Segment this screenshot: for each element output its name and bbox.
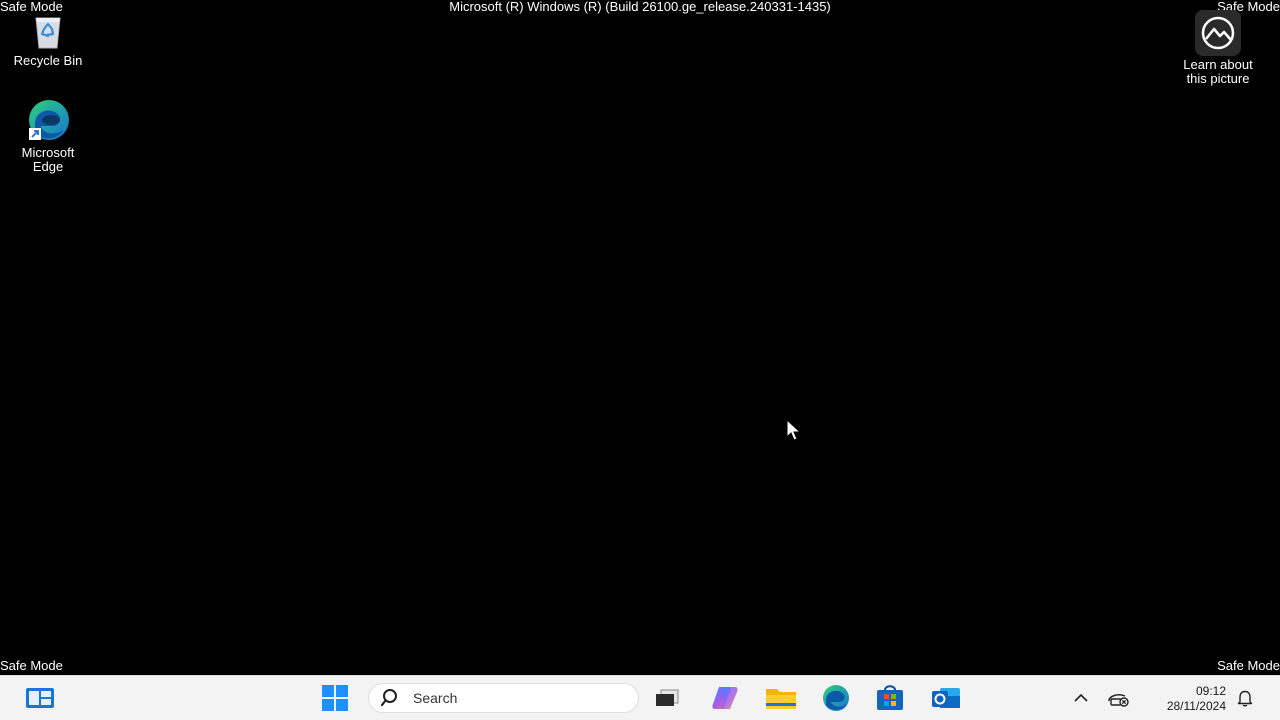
notifications-button[interactable] xyxy=(1228,682,1262,714)
show-hidden-icons-button[interactable] xyxy=(1064,682,1098,714)
store-button[interactable] xyxy=(872,682,908,714)
bell-icon xyxy=(1237,690,1253,707)
file-explorer-button[interactable] xyxy=(763,682,799,714)
safe-mode-label-bottom-left: Safe Mode xyxy=(0,658,63,673)
start-icon xyxy=(322,685,348,711)
edge-icon xyxy=(25,98,71,144)
network-disconnected-icon xyxy=(1108,694,1129,707)
widgets-button[interactable] xyxy=(22,682,58,714)
desktop-icon-label: Recycle Bin xyxy=(13,53,83,68)
copilot-icon xyxy=(712,687,738,709)
clock-time: 09:12 xyxy=(1195,684,1226,698)
clock-date: 28/11/2024 xyxy=(1166,699,1226,713)
desktop-icon-learn-about-picture[interactable]: Learn about this picture xyxy=(1173,10,1263,86)
build-string: Microsoft (R) Windows (R) (Build 26100.g… xyxy=(449,0,831,14)
edge-icon xyxy=(823,685,849,711)
taskbar-search-box[interactable]: Search xyxy=(368,683,639,713)
copilot-button[interactable] xyxy=(707,682,743,714)
learn-about-picture-icon xyxy=(1195,10,1241,56)
outlook-button[interactable] xyxy=(928,682,964,714)
task-view-button[interactable] xyxy=(649,682,685,714)
search-placeholder: Search xyxy=(413,690,458,706)
start-button[interactable] xyxy=(317,682,353,714)
network-status-button[interactable] xyxy=(1101,682,1135,714)
safe-mode-label-bottom-right: Safe Mode xyxy=(1217,658,1280,673)
task-view-icon xyxy=(656,689,679,706)
desktop-icon-recycle-bin[interactable]: Recycle Bin xyxy=(3,12,93,68)
taskbar: Search 09:12 28/11/2024 xyxy=(0,675,1280,720)
desktop-icon-edge[interactable]: Microsoft Edge xyxy=(3,98,93,174)
clock[interactable]: 09:12 28/11/2024 xyxy=(1167,684,1226,714)
store-icon xyxy=(877,685,903,710)
mouse-cursor-icon xyxy=(786,418,802,441)
search-icon xyxy=(381,689,397,707)
widgets-icon xyxy=(26,688,54,708)
desktop-icon-label: Microsoft Edge xyxy=(21,145,75,174)
chevron-up-icon xyxy=(1074,693,1088,702)
desktop-icon-label: Learn about this picture xyxy=(1183,57,1253,86)
file-explorer-icon xyxy=(766,689,796,709)
outlook-icon xyxy=(932,688,960,708)
recycle-bin-icon xyxy=(28,12,68,52)
edge-taskbar-button[interactable] xyxy=(818,682,854,714)
